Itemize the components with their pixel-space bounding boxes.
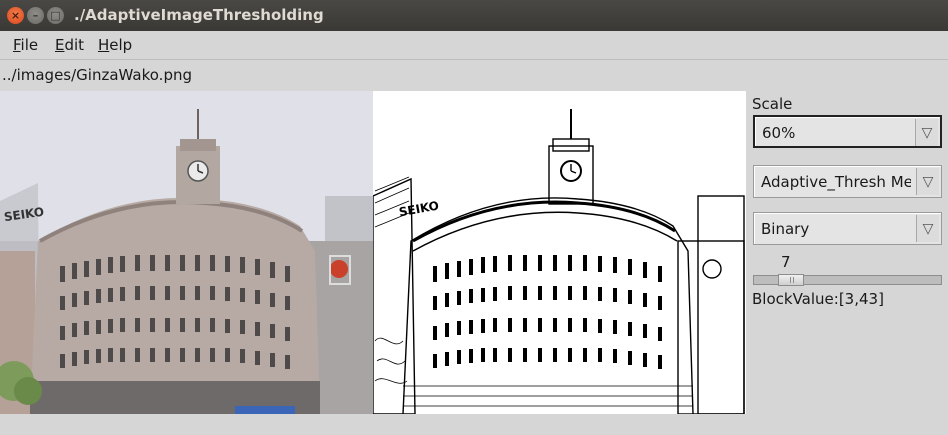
window-titlebar: × – □ ./AdaptiveImageThresholding (0, 0, 948, 31)
window-title: ./AdaptiveImageThresholding (74, 6, 324, 24)
threshold-method-select[interactable]: Adaptive_Thresh Me ▽ (753, 165, 942, 198)
scale-select[interactable]: 60% ▽ (753, 115, 942, 148)
thresholded-image-panel: SEIKO (373, 91, 746, 414)
scale-select-value: 60% (762, 124, 796, 142)
threshold-type-select[interactable]: Binary ▽ (753, 212, 942, 245)
original-building-image: SEIKO (0, 91, 373, 414)
menu-edit[interactable]: Edit (55, 36, 84, 54)
scale-label: Scale (752, 95, 793, 113)
thresholded-building-image: SEIKO (373, 91, 746, 414)
image-path-label: ../images/GinzaWako.png (2, 66, 192, 84)
block-size-slider-value: 7 (781, 253, 791, 271)
block-value-label: BlockValue:[3,43] (752, 290, 884, 308)
menubar: File Edit Help (0, 31, 948, 60)
block-size-slider[interactable] (753, 274, 942, 286)
menu-file[interactable]: File (13, 36, 38, 54)
slider-handle[interactable] (778, 274, 804, 286)
minimize-window-icon[interactable]: – (27, 7, 44, 24)
threshold-method-select-value: Adaptive_Thresh Me (761, 173, 911, 191)
menu-help[interactable]: Help (98, 36, 132, 54)
original-image-panel: SEIKO (0, 91, 373, 414)
chevron-down-icon[interactable]: ▽ (915, 119, 938, 146)
maximize-window-icon[interactable]: □ (47, 7, 64, 24)
chevron-down-icon[interactable]: ▽ (916, 168, 939, 195)
close-window-icon[interactable]: × (7, 7, 24, 24)
threshold-type-select-value: Binary (761, 220, 810, 238)
chevron-down-icon[interactable]: ▽ (916, 215, 939, 242)
